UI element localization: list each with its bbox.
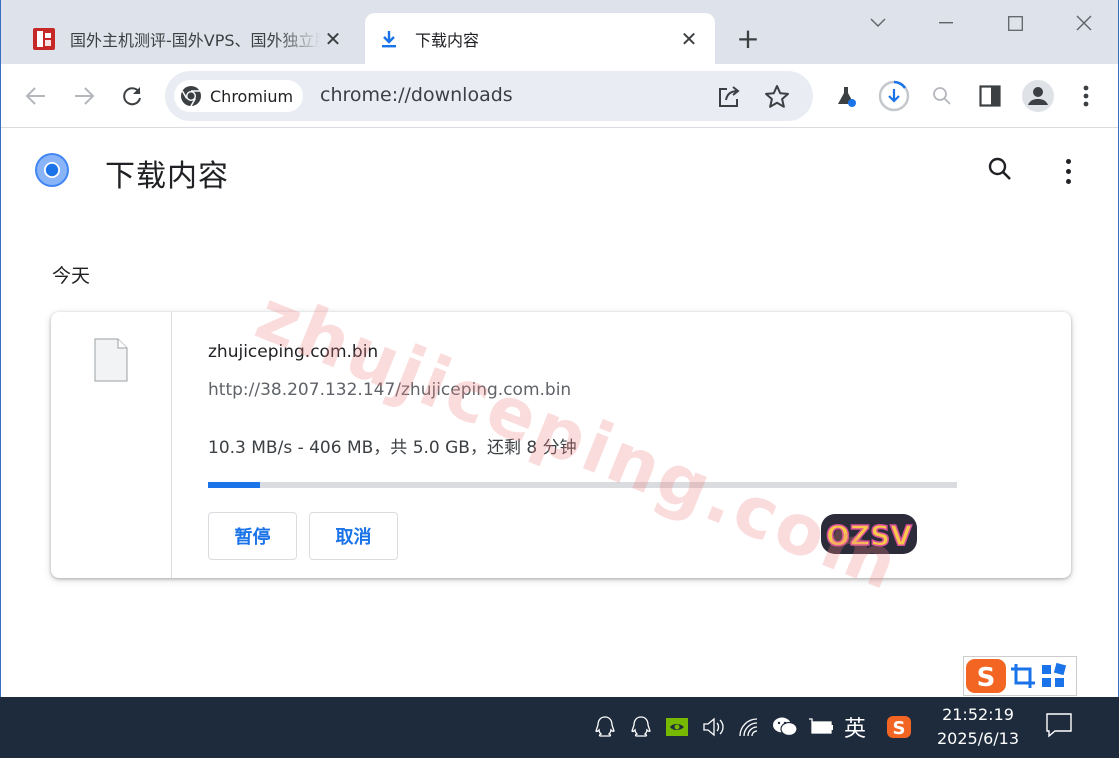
- taskbar: 英 S 21:52:19 2025/6/13: [0, 697, 1119, 758]
- download-progress-fill: [208, 482, 261, 488]
- sogou-tray-icon[interactable]: S: [884, 712, 914, 742]
- svg-text:S: S: [893, 718, 906, 739]
- svg-text:S: S: [977, 663, 996, 693]
- site-favicon-icon: [32, 27, 56, 51]
- zoom-search-icon[interactable]: [926, 80, 958, 112]
- qq-icon[interactable]: [590, 712, 620, 742]
- close-tab-icon[interactable]: ✕: [321, 27, 345, 51]
- chromium-logo-icon: [35, 153, 69, 187]
- ime-toolbar: S: [963, 656, 1077, 696]
- clock-date: 2025/6/13: [936, 729, 1020, 748]
- chrome-menu-icon[interactable]: [1070, 80, 1102, 112]
- tab-search-chevron-icon[interactable]: [863, 8, 893, 38]
- downloads-page: 下载内容 今天 zhujiceping.com.bin http://38.20…: [1, 129, 1118, 697]
- site-info-chip[interactable]: Chromium: [174, 80, 303, 112]
- toolbar: Chromium chrome://downloads: [1, 64, 1118, 128]
- chromium-icon: [181, 86, 201, 107]
- page-title: 下载内容: [105, 159, 229, 194]
- profile-avatar-icon[interactable]: [1022, 80, 1054, 112]
- crop-icon[interactable]: [1008, 661, 1038, 691]
- battery-plug-icon[interactable]: [806, 712, 836, 742]
- close-window-button[interactable]: [1069, 8, 1099, 38]
- nvidia-icon[interactable]: [662, 712, 692, 742]
- tab-downloads[interactable]: 下载内容 ✕: [365, 13, 715, 64]
- downloads-progress-icon[interactable]: [878, 80, 910, 112]
- cancel-button[interactable]: 取消: [309, 512, 398, 560]
- wechat-icon[interactable]: [770, 712, 800, 742]
- tab-title: 下载内容: [415, 30, 480, 50]
- browser-window: 国外主机测评-国外VPS、国外独立服务器 ✕ 下载内容 ✕ +: [0, 0, 1119, 697]
- volume-icon[interactable]: [698, 712, 728, 742]
- reload-button[interactable]: [115, 79, 149, 113]
- tab-zhujiceping[interactable]: 国外主机测评-国外VPS、国外独立服务器 ✕: [19, 13, 359, 64]
- tab-strip: 国外主机测评-国外VPS、国外独立服务器 ✕ 下载内容 ✕ +: [1, 0, 1118, 64]
- experiments-flask-icon[interactable]: [830, 80, 862, 112]
- url-text[interactable]: chrome://downloads: [320, 84, 513, 106]
- wifi-icon[interactable]: [734, 712, 764, 742]
- search-downloads-icon[interactable]: [987, 156, 1017, 186]
- tab-title: 国外主机测评-国外VPS、国外独立服务器: [70, 30, 321, 50]
- page-more-actions-icon[interactable]: [1055, 156, 1081, 186]
- maximize-button[interactable]: [1000, 8, 1030, 38]
- share-icon[interactable]: [715, 83, 743, 111]
- close-tab-icon[interactable]: ✕: [677, 27, 701, 51]
- date-header: 今天: [52, 265, 91, 287]
- forward-button[interactable]: [67, 79, 101, 113]
- side-panel-icon[interactable]: [974, 80, 1006, 112]
- bookmark-star-icon[interactable]: [763, 83, 791, 111]
- ime-language-indicator[interactable]: 英: [840, 712, 870, 742]
- sogou-ime-icon[interactable]: S: [964, 657, 1008, 695]
- notification-icon[interactable]: [1045, 712, 1075, 742]
- pause-button[interactable]: 暂停: [208, 512, 297, 560]
- address-bar[interactable]: Chromium chrome://downloads: [165, 71, 813, 121]
- new-tab-button[interactable]: +: [734, 22, 762, 55]
- file-icon: [94, 338, 128, 382]
- back-button[interactable]: [19, 79, 53, 113]
- clock-time: 21:52:19: [942, 705, 1014, 724]
- system-clock[interactable]: 21:52:19 2025/6/13: [930, 703, 1026, 751]
- qq-icon-2[interactable]: [626, 712, 656, 742]
- minimize-button[interactable]: [931, 8, 961, 38]
- card-divider: [171, 312, 172, 578]
- toolbox-grid-icon[interactable]: [1038, 661, 1068, 691]
- chip-label: Chromium: [210, 86, 294, 106]
- download-icon: [377, 27, 401, 51]
